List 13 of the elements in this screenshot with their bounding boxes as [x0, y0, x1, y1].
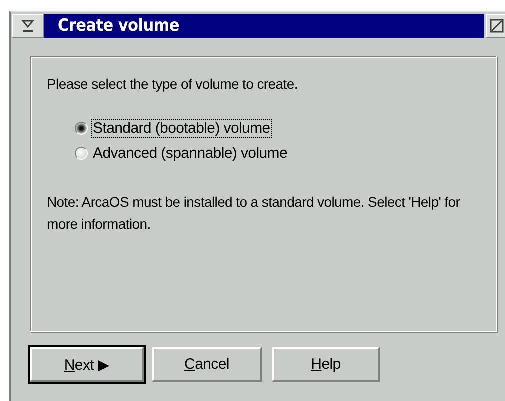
prompt-text: Please select the type of volume to create.	[47, 76, 299, 92]
dialog-button[interactable]: Help	[272, 347, 380, 382]
radio-button[interactable]	[75, 147, 88, 160]
radio-button[interactable]	[75, 122, 88, 135]
window-title: Create volume	[44, 14, 484, 38]
option-label[interactable]: Standard (bootable) volume	[91, 119, 272, 138]
note-text: Note: ArcaOS must be installed to a standard volume. Select 'Help' for more information.	[47, 193, 462, 234]
resize-icon	[490, 19, 504, 33]
dialog-button[interactable]: Cancel	[152, 347, 262, 382]
minimize-icon	[21, 19, 35, 33]
system-menu-button[interactable]	[12, 14, 44, 38]
dialog-button[interactable]: Next ▶	[30, 347, 144, 382]
option-label[interactable]: Advanced (spannable) volume	[91, 144, 290, 163]
